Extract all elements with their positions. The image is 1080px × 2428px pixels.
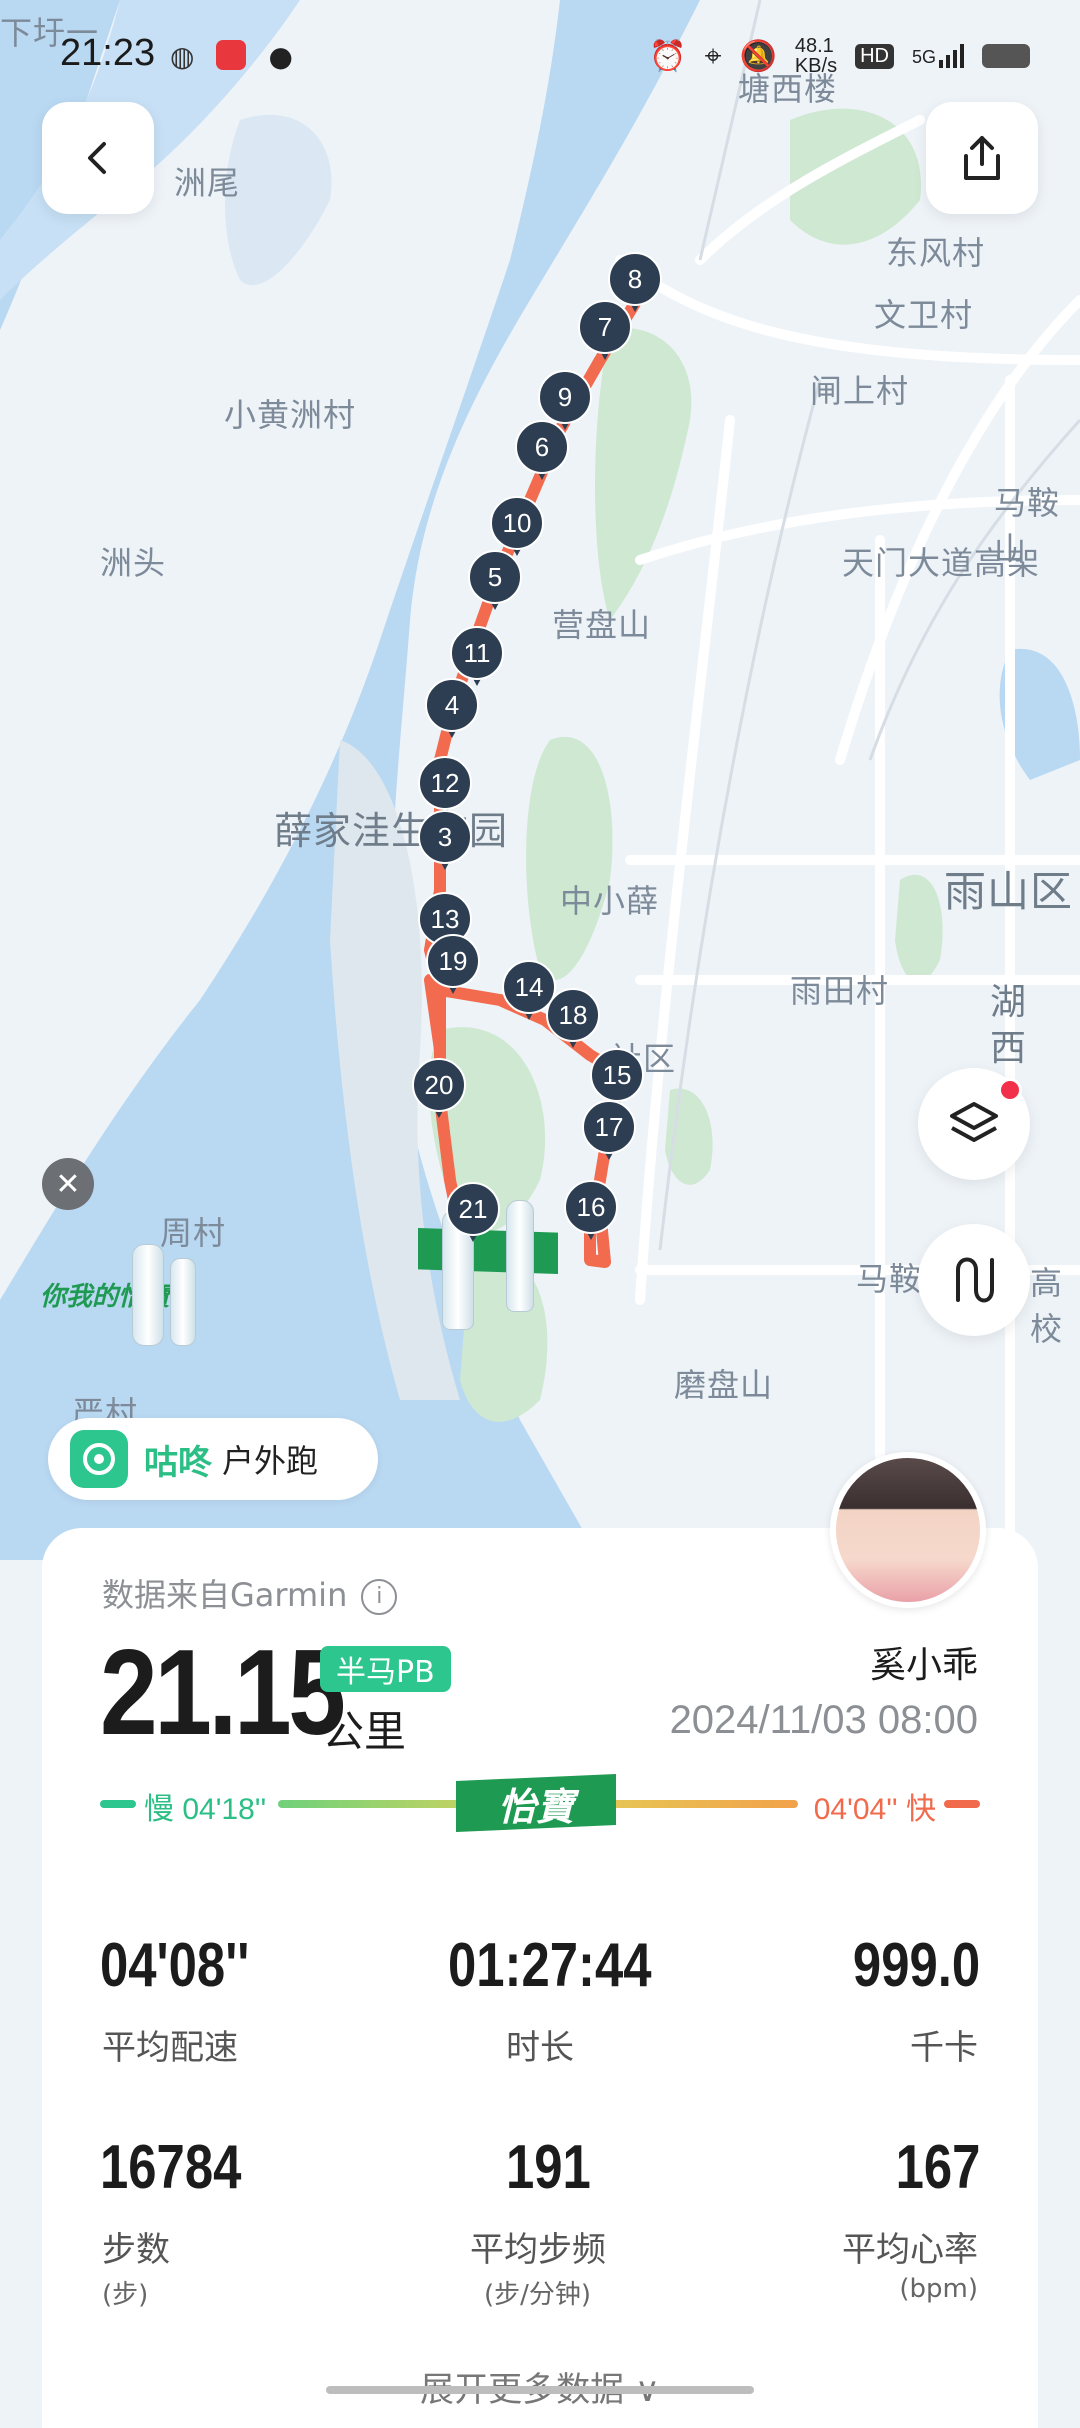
route-icon bbox=[956, 1257, 994, 1303]
chevron-left-icon bbox=[88, 142, 106, 174]
location-icon: ⌖ bbox=[704, 38, 722, 74]
share-icon bbox=[964, 136, 1000, 180]
km-marker[interactable]: 12 bbox=[418, 756, 472, 818]
cadence-unit: (步/分钟) bbox=[484, 2280, 592, 2310]
km-marker[interactable]: 17 bbox=[582, 1100, 636, 1162]
km-marker[interactable]: 3 bbox=[418, 810, 472, 872]
km-marker[interactable]: 16 bbox=[564, 1180, 618, 1242]
map-label: 文卫村 bbox=[874, 296, 974, 334]
km-marker[interactable]: 7 bbox=[578, 300, 632, 362]
status-time: 21:23 bbox=[60, 32, 156, 74]
map-label: 雨山区 bbox=[944, 867, 1074, 916]
pace-slow-label: 慢 04'18'' bbox=[144, 1793, 267, 1826]
signal-icon: 5G bbox=[912, 44, 964, 68]
app-icon bbox=[216, 40, 247, 70]
map-label: 天门大道高架 bbox=[842, 544, 1041, 582]
calories-value: 999.0 bbox=[852, 1931, 980, 2000]
map-label: 中小薛 bbox=[560, 882, 660, 920]
info-icon[interactable]: i bbox=[361, 1579, 398, 1615]
pb-badge: 半马PB bbox=[320, 1646, 451, 1692]
map-label: 高校 bbox=[1030, 1264, 1064, 1348]
map-label: 洲尾 bbox=[174, 164, 241, 202]
app-brand-chip: 咕咚 户外跑 bbox=[48, 1418, 378, 1500]
share-button[interactable] bbox=[926, 102, 1038, 214]
steps-value: 16784 bbox=[100, 2133, 242, 2202]
map-layers-button[interactable] bbox=[918, 1068, 1030, 1180]
km-marker[interactable]: 4 bbox=[425, 678, 479, 740]
cadence-value: 191 bbox=[506, 2133, 591, 2202]
user-name: 奚小乖 bbox=[869, 1645, 978, 1686]
heart-rate-value: 167 bbox=[895, 2133, 980, 2202]
km-marker[interactable]: 6 bbox=[515, 420, 569, 482]
km-marker[interactable]: 18 bbox=[546, 988, 600, 1050]
map-label: 雨田村 bbox=[790, 972, 890, 1010]
battery-icon bbox=[982, 44, 1030, 68]
duration-value: 01:27:44 bbox=[448, 1931, 652, 2000]
notification-dot bbox=[998, 1078, 1022, 1102]
steps-label: 步数 bbox=[102, 2230, 170, 2270]
cadence-label: 平均步频 bbox=[470, 2230, 606, 2270]
status-bar: 21:23 ◍ ● ⏰ ⌖ 🔕 48.1 KB/s HD 5G bbox=[0, 0, 1080, 110]
close-ad-button[interactable]: ✕ bbox=[42, 1158, 94, 1210]
run-datetime: 2024/11/03 08:00 bbox=[669, 1698, 978, 1742]
hd-badge: HD bbox=[855, 43, 894, 69]
heart-rate-unit: (bpm) bbox=[899, 2274, 978, 2304]
km-marker[interactable]: 5 bbox=[468, 550, 522, 612]
pace-fast-label: 04'04'' 快 bbox=[813, 1793, 936, 1826]
home-indicator[interactable] bbox=[326, 2386, 754, 2394]
calories-label: 千卡 bbox=[910, 2028, 978, 2068]
layers-icon bbox=[950, 1102, 998, 1142]
sponsor-logo: 怡寶 bbox=[456, 1774, 616, 1832]
back-button[interactable] bbox=[42, 102, 154, 214]
mute-icon: 🔕 bbox=[739, 38, 777, 74]
map-label: 闸上村 bbox=[810, 372, 910, 410]
alarm-icon: ⏰ bbox=[649, 38, 687, 74]
km-marker[interactable]: 20 bbox=[412, 1058, 466, 1120]
pace-range-bar: 慢 04'18'' 怡寶 04'04'' 快 bbox=[100, 1768, 980, 1838]
route-replay-button[interactable] bbox=[918, 1224, 1030, 1336]
brand-subtitle: 户外跑 bbox=[222, 1442, 319, 1480]
distance-unit: 公里 bbox=[322, 1707, 407, 1756]
map-label: 东风村 bbox=[886, 234, 986, 272]
avg-pace-label: 平均配速 bbox=[102, 2028, 238, 2068]
wechat-icon: ◍ bbox=[170, 40, 195, 73]
ad-banner[interactable]: 你我的怡寶 bbox=[40, 1240, 230, 1350]
steps-unit: (步) bbox=[102, 2280, 149, 2310]
km-marker[interactable]: 10 bbox=[490, 496, 544, 558]
route-map[interactable]: 下圩一 塘西楼 洲尾 东风村 文卫村 小黄洲村 闸上村 马鞍山 洲头 天门大道高… bbox=[0, 0, 1080, 1560]
map-label: 薛家洼生态园 bbox=[274, 809, 509, 853]
net-speed: 48.1 KB/s bbox=[794, 35, 838, 77]
avg-pace-value: 04'08'' bbox=[100, 1931, 250, 2000]
km-marker[interactable]: 19 bbox=[426, 934, 480, 996]
map-label: 湖西 bbox=[990, 982, 1028, 1069]
heart-rate-label: 平均心率 bbox=[842, 2230, 978, 2270]
map-label: 营盘山 bbox=[552, 606, 652, 644]
avatar[interactable] bbox=[830, 1452, 986, 1608]
brand-name: 咕咚 bbox=[144, 1442, 212, 1483]
map-label: 洲头 bbox=[100, 544, 167, 582]
map-label: 小黄洲村 bbox=[224, 396, 357, 434]
data-source: 数据来自Garmin i bbox=[102, 1570, 398, 1616]
duration-label: 时长 bbox=[506, 2028, 574, 2068]
codoon-logo-icon bbox=[70, 1430, 128, 1488]
qq-icon: ● bbox=[268, 40, 293, 73]
distance-value: 21.15 bbox=[100, 1624, 346, 1760]
map-label: 磨盘山 bbox=[674, 1366, 774, 1404]
